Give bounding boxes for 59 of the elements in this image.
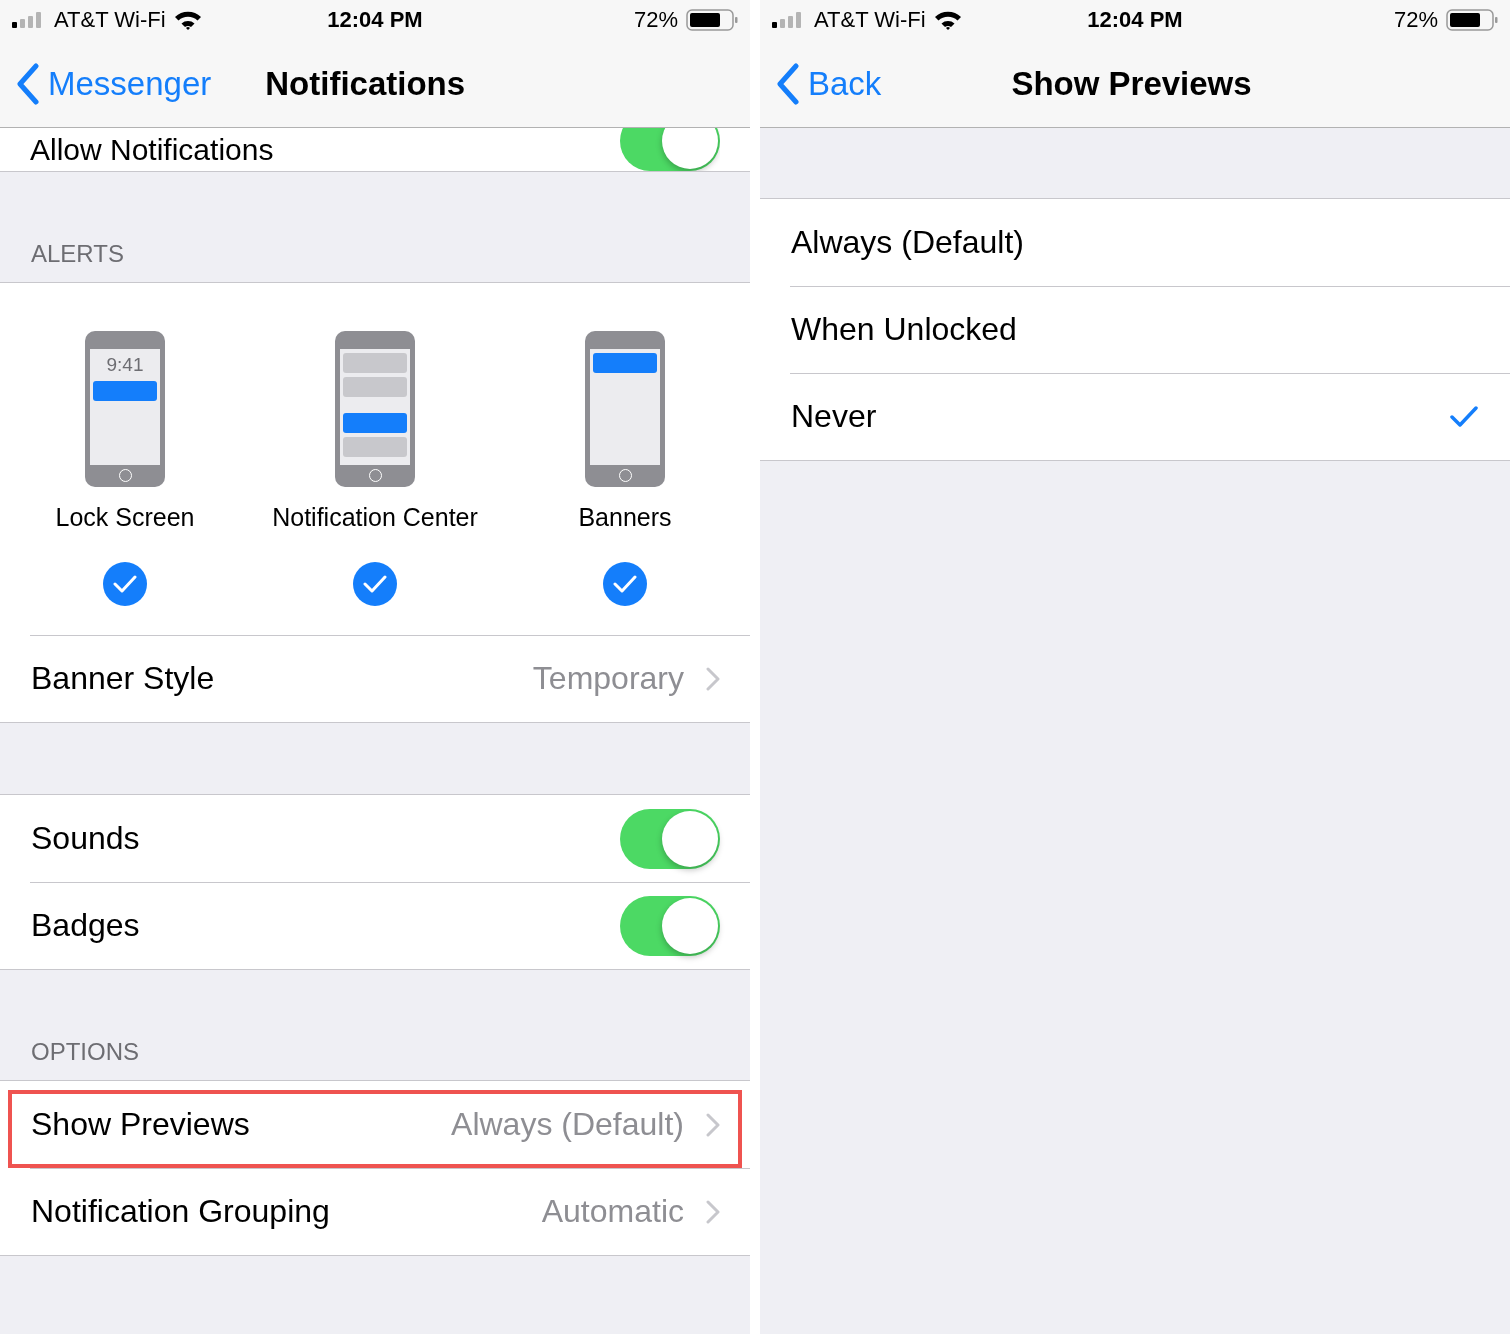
battery-icon (686, 9, 738, 31)
row-label: Sounds (31, 820, 140, 857)
carrier-label: AT&T Wi-Fi (54, 7, 166, 33)
row-value: Temporary (532, 660, 684, 697)
screen-title: Notifications (265, 64, 466, 103)
row-label: Notification Grouping (31, 1193, 330, 1230)
settings-row[interactable]: Show Previews Always (Default) (0, 1081, 750, 1168)
row-label: Badges (31, 907, 140, 944)
row-label: Allow Notifications (30, 131, 274, 168)
row-label: Banner Style (31, 660, 215, 697)
notification-bar (343, 413, 407, 433)
alert-style-label: Lock Screen (55, 503, 195, 532)
chevron-right-icon (706, 1112, 720, 1137)
battery-icon (1446, 9, 1498, 31)
battery-percent: 72% (1393, 7, 1438, 33)
row-label: Show Previews (31, 1106, 250, 1143)
checkmark-icon (363, 575, 387, 593)
checkbox[interactable] (353, 562, 397, 606)
notification-bar (93, 381, 157, 401)
notification-bar (343, 353, 407, 373)
notification-bar (343, 437, 407, 457)
wifi-icon (173, 10, 202, 30)
clock-time: 12:04 PM (327, 7, 423, 33)
checkbox[interactable] (603, 562, 647, 606)
alert-style-label: Banners (578, 503, 672, 532)
clock-time: 12:04 PM (1087, 7, 1183, 33)
section-header: ALERTS (31, 240, 124, 268)
back-button[interactable]: Back (760, 62, 882, 105)
chevron-left-icon (16, 62, 40, 105)
option-row[interactable]: Always (Default) (760, 199, 1510, 286)
notification-bar (343, 377, 407, 397)
option-row[interactable]: Never (760, 373, 1510, 460)
row-label: Always (Default) (791, 224, 1024, 261)
row-value: Always (Default) (451, 1106, 684, 1143)
chevron-right-icon (706, 666, 720, 691)
checkmark-icon (613, 575, 637, 593)
chevron-left-icon (776, 62, 800, 105)
settings-row[interactable]: Notification Grouping Automatic (0, 1168, 750, 1255)
battery-percent: 72% (633, 7, 678, 33)
back-button[interactable]: Messenger (0, 62, 212, 105)
screen-title: Show Previews (1011, 64, 1252, 103)
toggle-switch[interactable] (620, 128, 720, 171)
toggle-switch[interactable] (620, 808, 720, 869)
back-label: Messenger (48, 64, 212, 103)
section-header: OPTIONS (31, 1038, 139, 1066)
row-label: When Unlocked (791, 311, 1017, 348)
notification-bar (593, 353, 657, 373)
row-value: Automatic (541, 1193, 684, 1230)
wifi-icon (933, 10, 962, 30)
toggle-switch[interactable] (620, 895, 720, 956)
lock-clock: 9:41 (106, 353, 144, 377)
back-label: Back (808, 64, 882, 103)
carrier-label: AT&T Wi-Fi (814, 7, 926, 33)
row-label: Never (791, 398, 877, 435)
chevron-right-icon (706, 1199, 720, 1224)
option-row[interactable]: When Unlocked (760, 286, 1510, 373)
alert-style-label: Notification Center (272, 503, 478, 532)
checkmark-icon (113, 575, 137, 593)
checkbox[interactable] (103, 562, 147, 606)
